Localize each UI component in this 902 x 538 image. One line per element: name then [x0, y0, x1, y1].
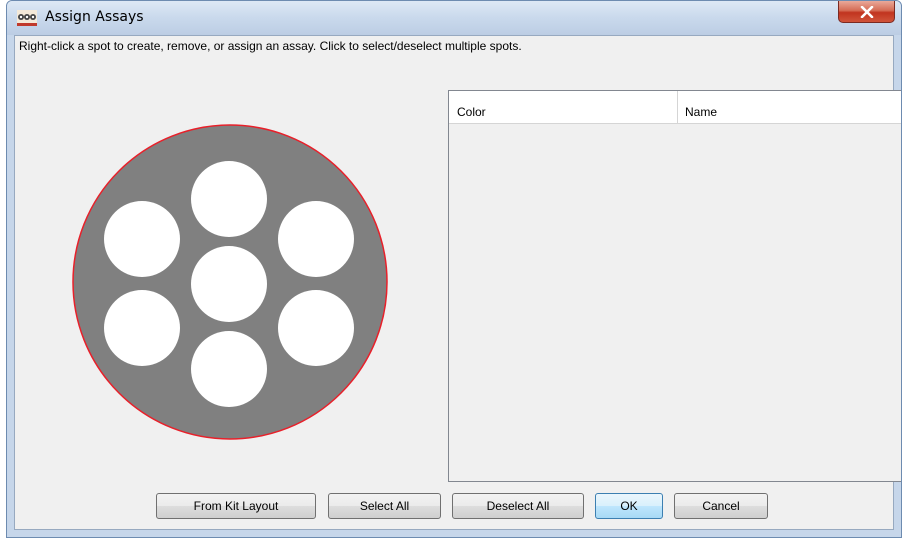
select-all-button[interactable]: Select All — [328, 493, 441, 519]
assign-assays-dialog: Assign Assays Right-click a spot to crea… — [6, 0, 902, 538]
spot-bottom[interactable] — [191, 331, 267, 407]
table-header: Color Name — [449, 91, 901, 124]
deselect-all-button[interactable]: Deselect All — [452, 493, 584, 519]
close-button[interactable] — [838, 1, 895, 23]
spot-upper-left[interactable] — [104, 201, 180, 277]
window-title: Assign Assays — [45, 9, 144, 25]
button-row: From Kit Layout Select All Deselect All … — [15, 493, 893, 521]
from-kit-layout-button[interactable]: From Kit Layout — [156, 493, 316, 519]
spot-lower-right[interactable] — [278, 290, 354, 366]
instruction-text: Right-click a spot to create, remove, or… — [19, 39, 522, 53]
cancel-button[interactable]: Cancel — [674, 493, 768, 519]
assay-table[interactable]: Color Name — [448, 90, 901, 482]
spot-map[interactable] — [70, 122, 390, 442]
ok-button[interactable]: OK — [595, 493, 663, 519]
spot-top[interactable] — [191, 161, 267, 237]
spot-upper-right[interactable] — [278, 201, 354, 277]
dialog-content: Right-click a spot to create, remove, or… — [14, 35, 901, 530]
title-bar[interactable]: Assign Assays — [7, 1, 901, 35]
app-icon — [17, 10, 37, 26]
column-header-name[interactable]: Name — [678, 91, 901, 123]
column-header-color[interactable]: Color — [449, 91, 678, 123]
spot-lower-left[interactable] — [104, 290, 180, 366]
spot-center[interactable] — [191, 246, 267, 322]
close-icon — [860, 5, 873, 18]
